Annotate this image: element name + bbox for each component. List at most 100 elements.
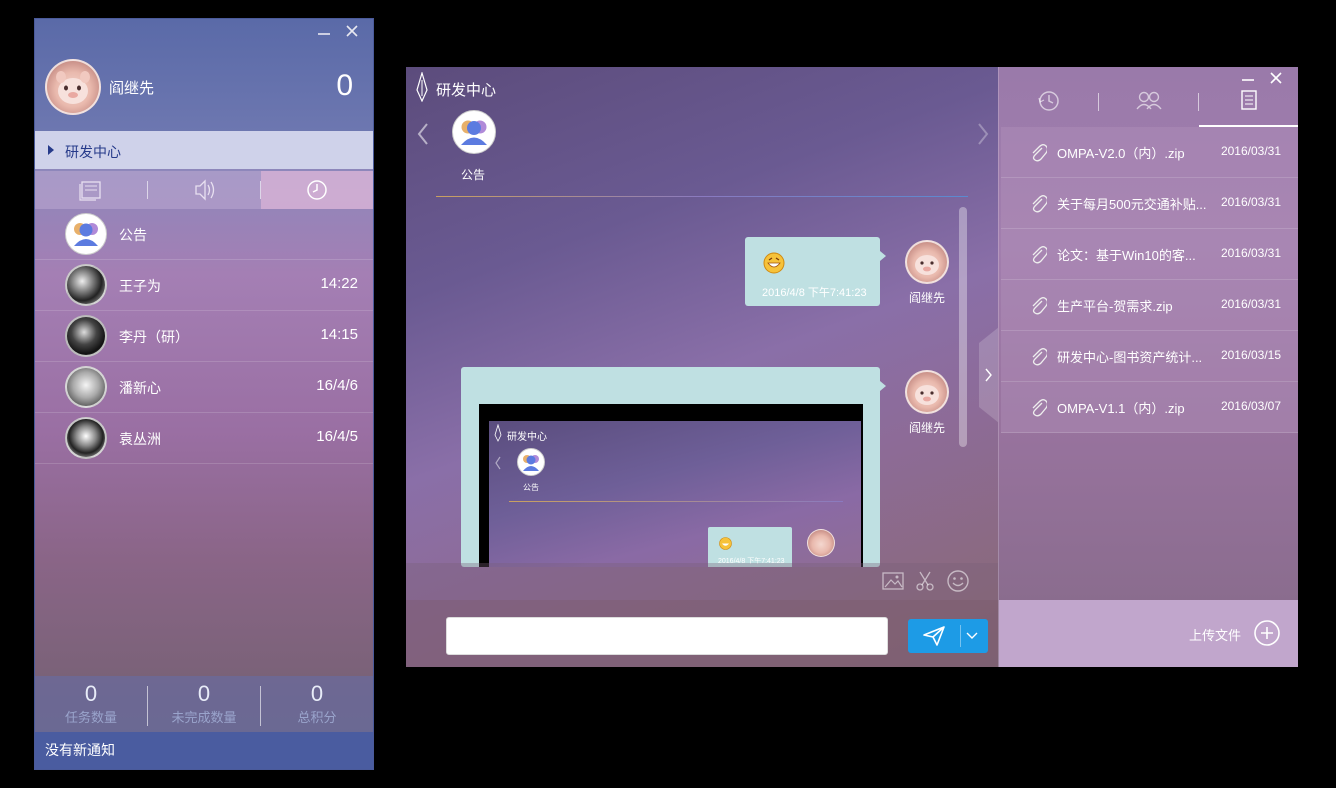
contact-label: 公告 [461,168,486,182]
group-icon [65,213,107,255]
unread-count: 0 [336,69,353,102]
file-item[interactable]: 论文：基于Win10的客... 2016/03/31 [1001,229,1298,280]
upload-label[interactable]: 上传文件 [1189,625,1241,644]
conversation-name: 李丹（研） [119,329,189,345]
collapse-panel-tab[interactable] [979,327,999,423]
conversation-name: 潘新心 [119,380,161,396]
file-date: 2016/03/31 [1220,195,1281,209]
screenshot-message[interactable]: 研发中心 公告 2016/4/8 下午7:41:23 [461,367,886,567]
nested-emoji-icon [719,537,732,550]
nested-title: 研发中心 [507,432,547,443]
nested-divider [509,501,843,502]
user-avatar[interactable] [45,59,101,115]
conversation-time: 16/4/6 [316,377,358,394]
chat-title: 研发中心 [436,82,497,99]
group-header[interactable]: 研发中心 [35,131,373,169]
next-arrow-icon[interactable] [976,122,990,146]
conversation-item[interactable]: 公告 [35,209,373,260]
stat-label: 未完成数量 [171,710,237,725]
file-item[interactable]: 关于每月500元交通补贴... 2016/03/31 [1001,178,1298,229]
conversation-item[interactable]: 潘新心 16/4/6 [35,362,373,413]
upload-bar: 上传文件 [999,600,1298,667]
chevron-down-icon[interactable] [966,631,978,641]
message-time: 2016/4/8 下午7:41:23 [762,287,867,299]
announcement-avatar[interactable] [452,110,496,154]
tab-recent[interactable] [261,171,373,209]
contact-avatar [65,315,107,357]
history-icon [1038,91,1059,111]
file-name: OMPA-V2.0（内）.zip [1057,146,1185,161]
nested-bubble: 2016/4/8 下午7:41:23 [708,527,792,567]
document-stack-icon [79,181,101,201]
stat-tasks[interactable]: 0 任务数量 [35,676,147,732]
stat-value: 0 [84,681,98,706]
conversation-name: 袁丛洲 [119,431,161,447]
add-circle-icon[interactable] [1253,619,1281,647]
conversation-item[interactable]: 王子为 14:22 [35,260,373,311]
file-item[interactable]: OMPA-V2.0（内）.zip 2016/03/31 [1001,127,1298,178]
file-item[interactable]: 研发中心-图书资产统计... 2016/03/15 [1001,331,1298,382]
conversation-time: 16/4/5 [316,428,358,445]
nested-chat-preview: 研发中心 公告 2016/4/8 下午7:41:23 [489,421,861,567]
send-paper-plane-icon [922,625,946,647]
tab-history[interactable] [999,81,1099,126]
message-input[interactable] [446,617,888,655]
notification-bar[interactable]: 没有新通知 [35,732,373,769]
conversation-item[interactable]: 袁丛洲 16/4/5 [35,413,373,464]
app-logo-icon [415,72,429,102]
emoji-icon[interactable] [946,569,970,593]
file-name: 论文：基于Win10的客... [1057,248,1196,263]
paperclip-icon [1029,142,1047,162]
stat-label: 总积分 [297,710,337,725]
caret-right-icon [47,144,55,156]
file-item[interactable]: OMPA-V1.1（内）.zip 2016/03/07 [1001,382,1298,433]
image-icon[interactable] [882,571,904,591]
file-name: 生产平台-贺需求.zip [1057,299,1173,314]
close-icon[interactable] [343,22,361,40]
conversation-item[interactable]: 李丹（研） 14:15 [35,311,373,362]
file-date: 2016/03/31 [1220,144,1281,158]
conversation-time: 14:15 [320,326,358,343]
scissors-icon[interactable] [914,570,936,592]
nested-sender-avatar [807,529,835,557]
nested-contact-label: 公告 [523,483,539,492]
prev-arrow-icon[interactable] [416,122,430,146]
conversation-name: 王子为 [119,278,161,294]
user-name: 阎继先 [109,80,155,97]
tab-documents[interactable] [35,171,147,209]
tab-speaker[interactable] [148,171,260,209]
nested-announcement-avatar [517,448,545,476]
stats-bar: 0 任务数量 0 未完成数量 0 总积分 [35,676,373,732]
members-icon [1136,91,1162,110]
message-scrollbar[interactable] [959,207,967,447]
conversation-time: 14:22 [320,275,358,292]
send-button[interactable] [908,619,988,653]
message-bubble[interactable]: 2016/4/8 下午7:41:23 [745,237,886,306]
paperclip-icon [1029,346,1047,366]
sender-avatar[interactable] [905,370,949,414]
stat-incomplete[interactable]: 0 未完成数量 [148,676,260,732]
group-name: 研发中心 [65,144,121,160]
screenshot-image[interactable]: 研发中心 公告 2016/4/8 下午7:41:23 [479,404,863,567]
conversation-name: 公告 [119,227,147,243]
file-item[interactable]: 生产平台-贺需求.zip 2016/03/31 [1001,280,1298,331]
file-list-icon [1241,90,1257,110]
sender-name: 阎继先 [909,421,946,435]
tab-files[interactable] [1199,81,1298,127]
grin-emoji-icon [763,252,785,274]
file-date: 2016/03/07 [1220,399,1281,413]
paperclip-icon [1029,295,1047,315]
sender-name: 阎继先 [909,291,946,305]
file-name: 关于每月500元交通补贴... [1057,197,1207,212]
stat-points[interactable]: 0 总积分 [261,676,373,732]
contacts-tabs [35,171,373,209]
sender-avatar[interactable] [905,240,949,284]
paperclip-icon [1029,193,1047,213]
minimize-icon[interactable] [315,22,333,40]
tab-members[interactable] [1099,81,1199,126]
clock-icon [307,180,327,200]
send-divider [960,625,961,647]
nested-logo-icon [494,424,502,442]
file-date: 2016/03/31 [1220,246,1281,260]
speaker-icon [195,179,215,201]
